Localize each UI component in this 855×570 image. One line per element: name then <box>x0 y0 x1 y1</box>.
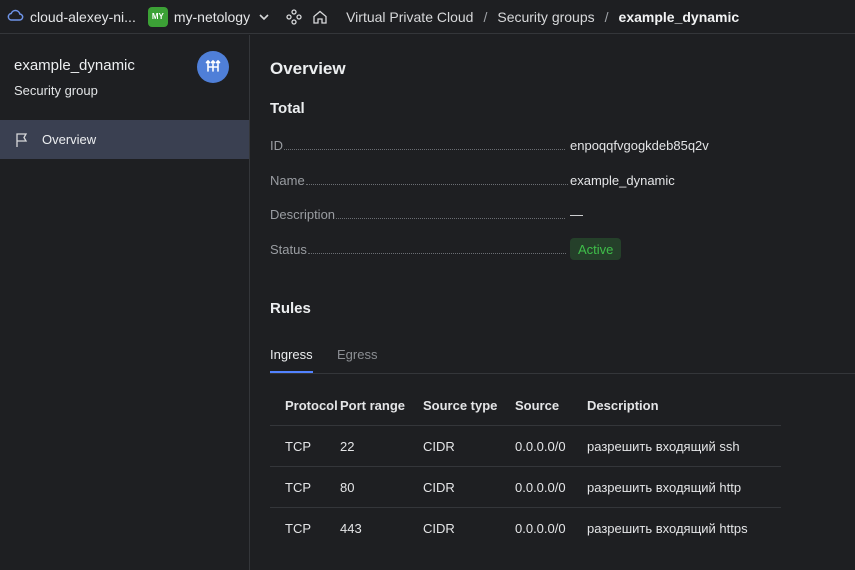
home-icon[interactable] <box>312 9 328 25</box>
breadcrumb-separator: / <box>604 8 609 25</box>
cloud-icon <box>6 6 24 27</box>
breadcrumb-vpc[interactable]: Virtual Private Cloud <box>346 9 473 25</box>
table-header-row: Protocol Port range Source type Source D… <box>270 385 781 426</box>
cell-source-type: CIDR <box>423 520 455 536</box>
field-value[interactable]: enpoqqfvgogkdeb85q2v <box>570 138 709 153</box>
field-leader <box>307 252 566 254</box>
cloud-name: cloud-alexey-ni... <box>30 8 136 25</box>
breadcrumb-security-groups[interactable]: Security groups <box>497 9 594 25</box>
cell-source: 0.0.0.0/0 <box>515 425 587 467</box>
cell-description: разрешить входящий http <box>587 466 781 508</box>
cell-protocol: TCP <box>270 466 340 508</box>
sidebar-item-label: Overview <box>42 132 97 147</box>
cell-port-range: 80 <box>340 466 423 508</box>
column-header-description: Description <box>587 385 781 426</box>
cell-protocol: TCP <box>285 520 311 536</box>
column-header-port-range: Port range <box>340 385 423 426</box>
table-row[interactable]: TCP 80 CIDR 0.0.0.0/0 разрешить входящий… <box>270 466 781 508</box>
field-value: — <box>570 207 583 222</box>
breadcrumb-current: example_dynamic <box>618 8 740 25</box>
page-title: Overview <box>270 59 346 78</box>
section-rules-heading: Rules <box>270 300 311 317</box>
chevron-down-icon[interactable] <box>258 11 270 23</box>
field-leader <box>305 183 568 185</box>
cloud-selector[interactable]: cloud-alexey-ni... <box>6 6 136 27</box>
field-value: example_dynamic <box>570 173 675 188</box>
field-key: Name <box>270 173 305 188</box>
field-status: Status Active <box>270 238 830 262</box>
cell-source: 0.0.0.0/0 <box>515 520 566 536</box>
cell-protocol: TCP <box>270 425 340 467</box>
sidebar-item-overview[interactable]: Overview <box>0 120 249 159</box>
sidebar: example_dynamic Security group Overview <box>0 35 250 570</box>
field-key: Description <box>270 207 336 222</box>
cell-source: 0.0.0.0/0 <box>515 466 587 508</box>
field-leader <box>284 148 565 150</box>
resource-type: Security group <box>14 83 98 98</box>
cell-source-type: CIDR <box>423 425 515 467</box>
field-id: ID enpoqqfvgogkdeb85q2v <box>270 138 830 158</box>
field-key: Status <box>270 242 307 257</box>
rules-tabs: Ingress Egress <box>270 335 855 374</box>
tab-ingress[interactable]: Ingress <box>270 347 313 362</box>
section-total-heading: Total <box>270 100 305 117</box>
flag-icon <box>14 132 30 148</box>
breadcrumb-separator: / <box>483 8 488 25</box>
table-row[interactable]: TCP 22 CIDR 0.0.0.0/0 разрешить входящий… <box>270 425 781 467</box>
folder-name[interactable]: my-netology <box>174 9 250 25</box>
main-content: Overview Total ID enpoqqfvgogkdeb85q2v N… <box>250 35 855 570</box>
cell-port-range: 22 <box>340 425 423 467</box>
table-row[interactable]: TCP 443 CIDR 0.0.0.0/0 разрешить входящи… <box>270 508 781 549</box>
tab-egress[interactable]: Egress <box>337 347 377 362</box>
field-key: ID <box>270 138 283 153</box>
security-group-avatar <box>197 51 229 83</box>
column-header-source: Source <box>515 385 587 426</box>
field-name: Name example_dynamic <box>270 173 830 193</box>
folder-badge: MY <box>147 6 168 27</box>
active-tab-indicator <box>270 371 313 373</box>
rules-table: Protocol Port range Source type Source D… <box>270 385 781 548</box>
cell-port-range: 443 <box>340 520 362 536</box>
field-leader <box>336 217 566 219</box>
top-bar: cloud-alexey-ni... MY my-netology Virtua… <box>0 0 855 34</box>
column-header-protocol: Protocol <box>270 385 340 426</box>
resource-title: example_dynamic <box>14 57 135 74</box>
network-icon <box>205 58 221 77</box>
status-badge: Active <box>570 238 622 260</box>
services-icon[interactable] <box>286 8 302 25</box>
cell-description: разрешить входящий ssh <box>587 425 781 467</box>
cell-source-type: CIDR <box>423 466 515 508</box>
field-description: Description — <box>270 207 830 227</box>
cell-description: разрешить входящий https <box>587 520 748 536</box>
column-header-source-type: Source type <box>423 385 515 426</box>
